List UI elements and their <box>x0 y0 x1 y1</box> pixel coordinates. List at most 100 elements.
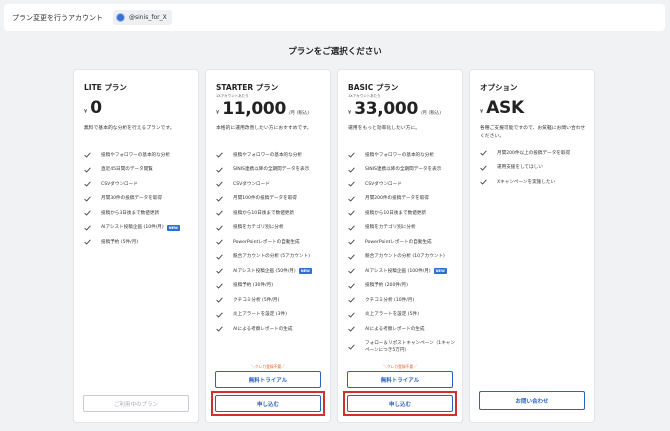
feature-item: 月間30件の投稿データを取得 <box>84 192 196 207</box>
check-icon <box>348 167 357 173</box>
feature-item: 投稿やフォロワーの基本的な分析 <box>84 148 196 163</box>
check-icon <box>216 210 225 216</box>
feature-item: 直近45日間のデータ閲覧 <box>84 163 196 178</box>
feature-item: 月間100件の投稿データを取得 <box>216 192 328 207</box>
feature-item: AIによる考察レポートの生成 <box>348 322 460 337</box>
check-icon <box>480 150 489 156</box>
account-handle: @sinis_for_X <box>129 14 167 21</box>
feature-list: 投稿やフォロワーの基本的な分析 SINIS連携以降の全期間データを表示 CSVダ… <box>348 148 460 357</box>
plan-description: 運用をもっと効率化したい方に。 <box>348 126 420 131</box>
feature-item: PowerPointレポートの自動生成 <box>216 235 328 250</box>
feature-item: AIアシスト投稿企画 (50件/月) NEW <box>216 264 328 279</box>
apply-button[interactable]: 申し込む <box>215 395 321 412</box>
feature-list: 投稿やフォロワーの基本的な分析 直近45日間のデータ閲覧 CSVダウンロード 月… <box>84 148 196 250</box>
plan-price: ¥ 33,000 /月 (税込) <box>348 99 441 119</box>
check-icon <box>84 181 93 187</box>
feature-item: PowerPointレポートの自動生成 <box>348 235 460 250</box>
check-icon <box>348 239 357 245</box>
feature-item: 炎上アラートを設定 (5件) <box>348 308 460 323</box>
feature-item: AIによる考察レポートの生成 <box>216 322 328 337</box>
new-badge: NEW <box>166 224 180 231</box>
current-plan-button: ご利用中のプラン <box>83 395 189 412</box>
no-card-note: ＼クレカ登録不要／ <box>250 364 286 369</box>
price-value: 0 <box>90 98 102 118</box>
free-trial-button[interactable]: 無料トライアル <box>215 371 321 388</box>
yen-symbol: ¥ <box>348 110 352 116</box>
feature-item: 投稿予約 (200件/月) <box>348 279 460 294</box>
feature-item: 投稿をカテゴリ別に分析 <box>348 221 460 236</box>
check-icon <box>216 297 225 303</box>
check-icon <box>216 225 225 231</box>
feature-item: CSVダウンロード <box>348 177 460 192</box>
feature-item: 月間200件の投稿データを取得 <box>348 192 460 207</box>
check-icon <box>348 312 357 318</box>
price-unit: /月 (税込) <box>289 111 309 116</box>
check-icon <box>84 167 93 173</box>
feature-item: 投稿から3日後まで数値更新 <box>84 206 196 221</box>
feature-item: 投稿やフォロワーの基本的な分析 <box>348 148 460 163</box>
check-icon <box>348 254 357 260</box>
feature-item: AIアシスト投稿企画 (10件/月) NEW <box>84 221 196 236</box>
free-trial-button[interactable]: 無料トライアル <box>347 371 453 388</box>
feature-item: 運用支援をしてほしい <box>480 161 592 176</box>
plan-price: ¥ 11,000 /月 (税込) <box>216 99 309 119</box>
check-icon <box>216 312 225 318</box>
plan-name: オプション <box>480 83 518 92</box>
plan-description: 本格的に運用改善したい方におすすめです。 <box>216 126 312 131</box>
check-icon <box>84 210 93 216</box>
plan-card-lite: LITE プラン ¥ 0 無料で基本的な分析を行えるプランです。 投稿やフォロワ… <box>74 70 198 422</box>
yen-symbol: ¥ <box>216 110 220 116</box>
feature-item: 投稿から10日後まで数値更新 <box>216 206 328 221</box>
plan-description: 無料で基本的な分析を行えるプランです。 <box>84 126 175 131</box>
feature-list: 月間200件以上の投稿データを取得 運用支援をしてほしい Xキャンペーンを実施し… <box>480 146 592 190</box>
feature-item: 投稿から10日後まで数値更新 <box>348 206 460 221</box>
plan-name: STARTER プラン <box>216 83 279 92</box>
check-icon <box>216 326 225 332</box>
check-icon <box>216 196 225 202</box>
check-icon <box>348 283 357 289</box>
plan-card-basic: BASIC プラン 1Xアカウントあたり ¥ 33,000 /月 (税込) 運用… <box>338 70 462 422</box>
account-bar-label: プラン変更を行うアカウント <box>12 13 103 22</box>
plan-card-starter: STARTER プラン 1Xアカウントあたり ¥ 11,000 /月 (税込) … <box>206 70 330 422</box>
price-value: 33,000 <box>354 99 418 119</box>
feature-item: クチコミ分析 (10件/月) <box>348 293 460 308</box>
check-icon <box>216 239 225 245</box>
page-title: プランをご選択ください <box>288 47 382 57</box>
price-value: ASK <box>486 98 524 118</box>
plan-price: ¥ ASK <box>480 98 524 118</box>
check-icon <box>348 344 357 350</box>
plan-price: ¥ 0 <box>84 98 102 118</box>
check-icon <box>348 181 357 187</box>
feature-item: 投稿予約 (5件/月) <box>84 235 196 250</box>
feature-item: 競合アカウントの分析 (10アカウント) <box>348 250 460 265</box>
plan-card-option: オプション ¥ ASK 各種ご支援可能ですので、お気軽にお問い合わせください。 … <box>470 70 594 422</box>
contact-button[interactable]: お問い合わせ <box>479 391 585 410</box>
yen-symbol: ¥ <box>84 109 88 115</box>
feature-item: SINIS連携以降の全期間データを表示 <box>348 163 460 178</box>
account-chip[interactable]: @sinis_for_X <box>113 10 172 25</box>
check-icon <box>216 152 225 158</box>
feature-item: AIアシスト投稿企画 (100件/月) NEW <box>348 264 460 279</box>
check-icon <box>84 239 93 245</box>
check-icon <box>348 268 357 274</box>
plan-description: 各種ご支援可能ですので、お気軽にお問い合わせください。 <box>480 126 586 139</box>
check-icon <box>216 283 225 289</box>
no-card-note: ＼クレカ登録不要／ <box>382 364 418 369</box>
plan-name: LITE プラン <box>84 83 127 92</box>
price-value: 11,000 <box>222 99 286 119</box>
price-unit: /月 (税込) <box>421 111 441 116</box>
feature-item: CSVダウンロード <box>216 177 328 192</box>
feature-item: 炎上アラートを設定 (3件) <box>216 308 328 323</box>
apply-button[interactable]: 申し込む <box>347 395 453 412</box>
new-badge: NEW <box>433 268 447 275</box>
feature-list: 投稿やフォロワーの基本的な分析 SINIS連携以降の全期間データを表示 CSVダ… <box>216 148 328 337</box>
feature-item: SINIS連携以降の全期間データを表示 <box>216 163 328 178</box>
feature-item: クチコミ分析 (5件/月) <box>216 293 328 308</box>
check-icon <box>348 326 357 332</box>
check-icon <box>216 268 225 274</box>
check-icon <box>84 225 93 231</box>
feature-item: 競合アカウントの分析 (5アカウント) <box>216 250 328 265</box>
check-icon <box>348 152 357 158</box>
feature-item: 投稿やフォロワーの基本的な分析 <box>216 148 328 163</box>
plan-name: BASIC プラン <box>348 83 399 92</box>
